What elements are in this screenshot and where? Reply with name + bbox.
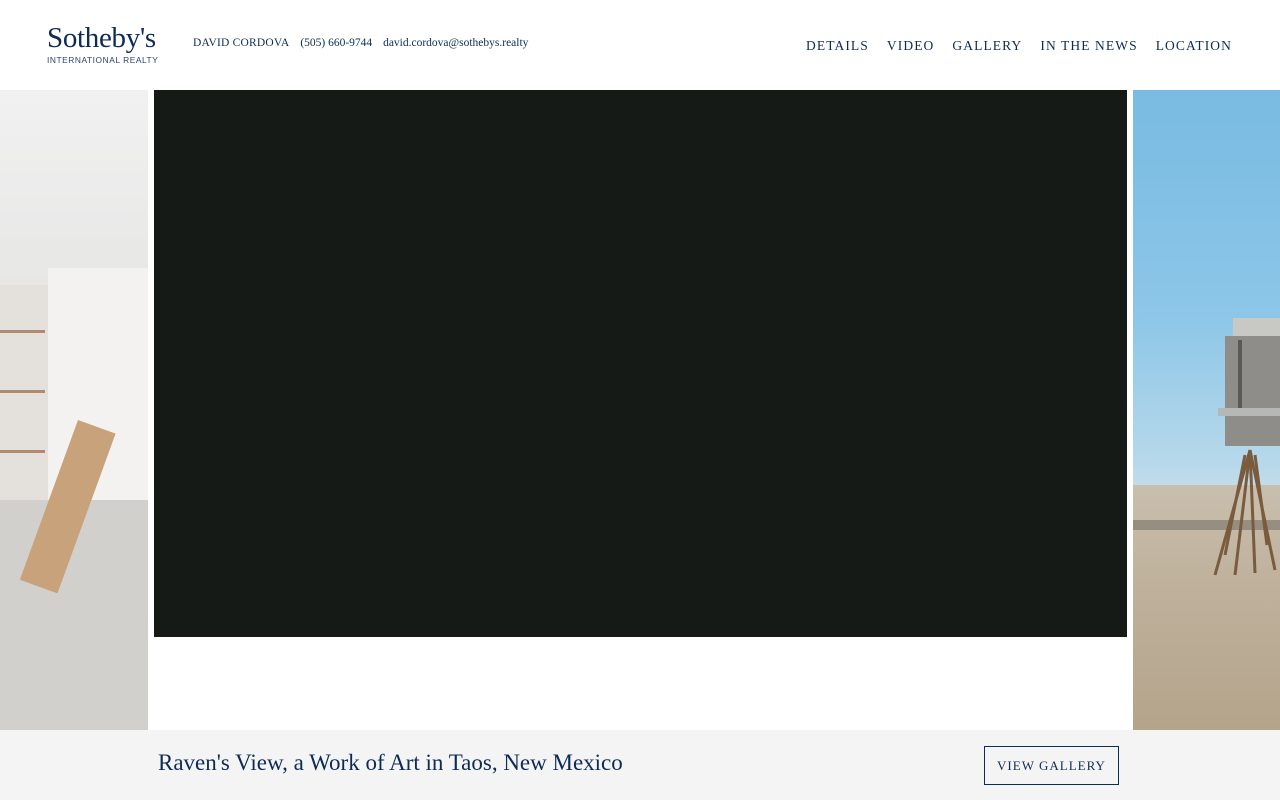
- agent-phone[interactable]: (505) 660-9744: [300, 37, 372, 49]
- photo-shelf: [0, 330, 45, 333]
- video-player[interactable]: [154, 90, 1127, 637]
- photo-house: [1225, 336, 1280, 446]
- photo-wall: [0, 240, 148, 270]
- main-nav: DETAILS VIDEO GALLERY IN THE NEWS LOCATI…: [792, 37, 1232, 55]
- nav-location[interactable]: LOCATION: [1156, 38, 1232, 53]
- photo-roof: [1233, 318, 1280, 336]
- logo-wordmark: Sotheby's: [47, 22, 156, 54]
- nav-in-the-news[interactable]: IN THE NEWS: [1040, 38, 1137, 53]
- nav-video[interactable]: VIDEO: [887, 38, 935, 53]
- view-gallery-button[interactable]: VIEW GALLERY: [984, 746, 1119, 785]
- photo-shelf: [0, 450, 45, 453]
- media-carousel: [0, 90, 1280, 730]
- video-slide: [154, 90, 1127, 730]
- listing-title: Raven's View, a Work of Art in Taos, New…: [158, 750, 623, 775]
- agent-name: DAVID CORDOVA: [193, 37, 290, 49]
- agent-contact: DAVID CORDOVA (505) 660-9744 david.cordo…: [193, 37, 536, 49]
- interior-photo-slide[interactable]: [0, 90, 148, 730]
- sothebys-logo[interactable]: Sotheby's INTERNATIONAL REALTY: [47, 22, 167, 65]
- photo-post: [1238, 340, 1242, 410]
- site-header: Sotheby's INTERNATIONAL REALTY DAVID COR…: [0, 0, 1280, 90]
- photo-awning: [1218, 408, 1280, 416]
- exterior-photo-slide[interactable]: [1133, 90, 1280, 730]
- listing-bar: Raven's View, a Work of Art in Taos, New…: [0, 730, 1280, 800]
- photo-shelf: [0, 390, 45, 393]
- logo-subtitle: INTERNATIONAL REALTY: [47, 55, 159, 65]
- nav-details[interactable]: DETAILS: [806, 38, 869, 53]
- nav-gallery[interactable]: GALLERY: [952, 38, 1022, 53]
- agent-email[interactable]: david.cordova@sothebys.realty: [383, 37, 528, 49]
- photo-stick-sculpture: [1213, 449, 1277, 576]
